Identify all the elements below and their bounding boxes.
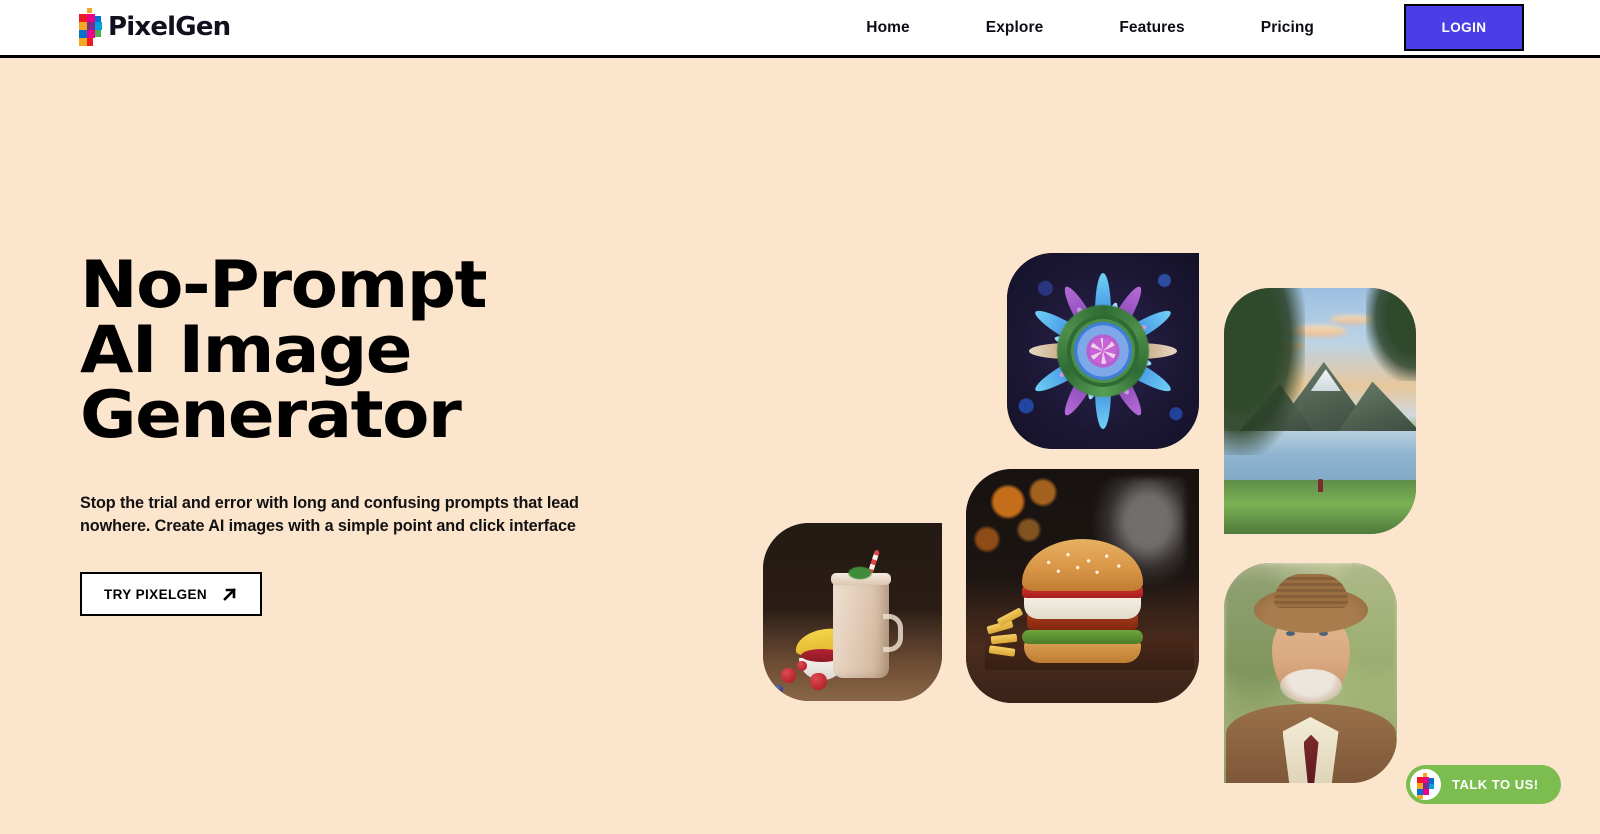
blueberry xyxy=(773,684,783,694)
gallery-image-landscape[interactable] xyxy=(1224,288,1416,534)
gallery-image-mandala[interactable] xyxy=(1007,253,1199,449)
nav-home[interactable]: Home xyxy=(828,0,947,57)
strawberry xyxy=(780,668,796,684)
burger-artwork xyxy=(966,469,1199,703)
portrait-artwork xyxy=(1224,563,1397,783)
tree-left xyxy=(1224,288,1305,456)
nav-pricing[interactable]: Pricing xyxy=(1223,0,1352,57)
pixel-p-logo-icon xyxy=(76,7,106,48)
straw-hat-crown xyxy=(1273,574,1348,608)
brand-name: PixelGen xyxy=(108,11,231,42)
strawberry xyxy=(809,673,827,691)
mint-garnish xyxy=(847,565,874,580)
hero-section: No-Prompt AI Image Generator Stop the tr… xyxy=(0,58,1600,834)
nav-features[interactable]: Features xyxy=(1081,0,1222,57)
nav-explore[interactable]: Explore xyxy=(948,0,1082,57)
gallery-image-burger[interactable] xyxy=(966,469,1199,703)
login-button[interactable]: LOGIN xyxy=(1404,4,1524,51)
jar-handle xyxy=(882,613,903,652)
smoothie-artwork xyxy=(763,523,942,701)
tree-right xyxy=(1366,288,1416,382)
hiker-figure xyxy=(1318,479,1323,493)
site-header: PixelGen Home Explore Features Pricing L… xyxy=(0,0,1600,58)
gallery-image-portrait[interactable] xyxy=(1224,563,1397,783)
pixelgen-avatar-icon xyxy=(1410,769,1441,800)
hero-image-gallery xyxy=(0,58,1600,834)
raspberry xyxy=(797,660,807,671)
gallery-image-smoothie[interactable] xyxy=(763,523,942,701)
chat-label: TALK TO US! xyxy=(1452,777,1539,792)
beard xyxy=(1279,668,1342,703)
mason-jar xyxy=(830,572,903,678)
lettuce xyxy=(1021,630,1144,645)
talk-to-us-chat-button[interactable]: TALK TO US! xyxy=(1406,765,1561,804)
mandala-artwork xyxy=(1007,253,1199,449)
brand-logo[interactable]: PixelGen xyxy=(76,7,231,48)
main-navigation: Home Explore Features Pricing LOGIN xyxy=(828,0,1600,57)
landscape-artwork xyxy=(1224,288,1416,534)
mandala-center xyxy=(1074,322,1132,380)
